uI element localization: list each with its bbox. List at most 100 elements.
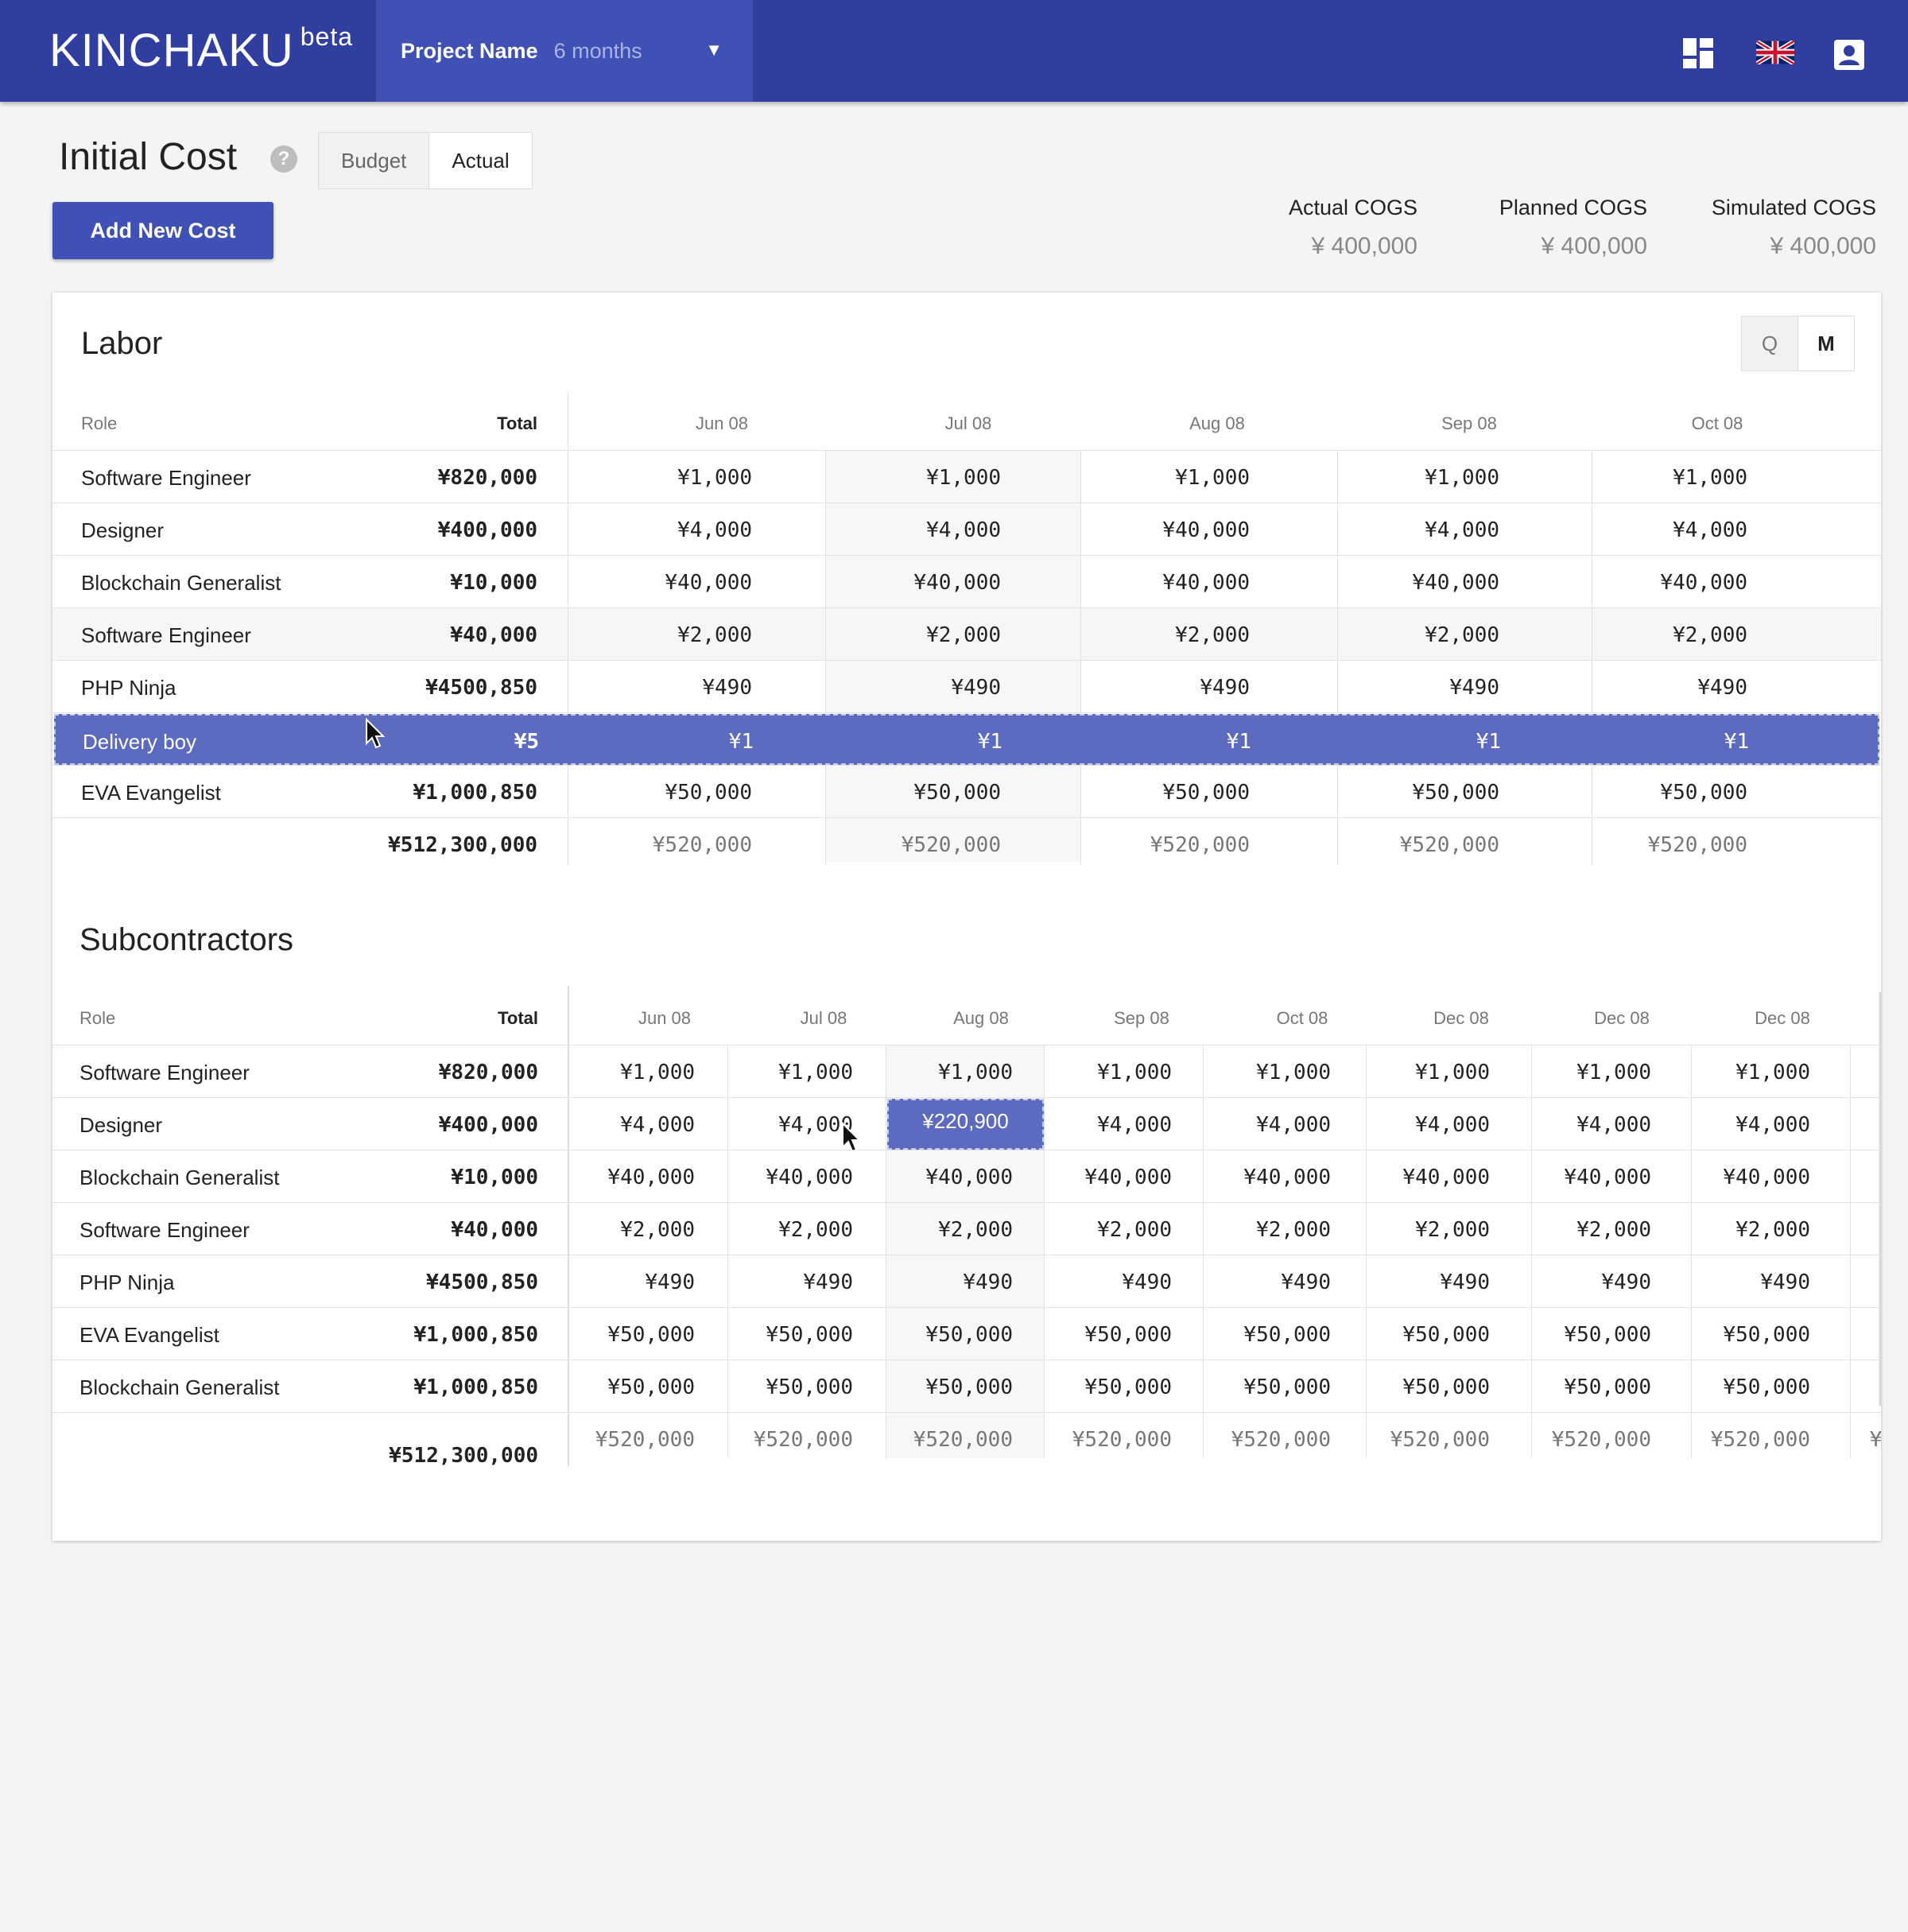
- app-logo[interactable]: KINCHAKU beta: [49, 22, 353, 77]
- value-cell[interactable]: ¥490: [810, 676, 1001, 700]
- value-cell[interactable]: ¥50,000: [561, 781, 752, 805]
- role-cell[interactable]: Designer: [81, 518, 164, 543]
- value-cell[interactable]: ¥4,000: [662, 1113, 853, 1137]
- value-cell[interactable]: ¥1: [563, 730, 754, 754]
- cogs-value: ¥ 400,000: [1541, 233, 1647, 259]
- period-quarter[interactable]: Q: [1742, 316, 1798, 370]
- value-cell[interactable]: ¥40,000: [1778, 1166, 1881, 1189]
- column-header-month: Sep 08: [1114, 1008, 1169, 1028]
- value-cell[interactable]: ¥4,000: [561, 518, 752, 542]
- mouse-pointer-icon: [365, 717, 386, 754]
- account-icon[interactable]: [1834, 40, 1864, 74]
- value-cell[interactable]: ¥4,000: [1557, 518, 1747, 542]
- value-cell[interactable]: ¥1: [1558, 730, 1749, 754]
- value-cell[interactable]: ¥4,000: [1778, 1113, 1881, 1137]
- value-cell[interactable]: ¥50,000: [1309, 781, 1499, 805]
- value-cell[interactable]: ¥1,000: [1059, 466, 1250, 490]
- value-cell[interactable]: ¥490: [1557, 676, 1747, 700]
- value-cell[interactable]: ¥1: [1061, 730, 1251, 754]
- role-cell[interactable]: Software Engineer: [80, 1061, 250, 1085]
- value-cell[interactable]: ¥2,000: [1557, 623, 1747, 647]
- value-cell[interactable]: ¥40,000: [1059, 518, 1250, 542]
- value-cell[interactable]: ¥490: [1059, 676, 1250, 700]
- value-cell[interactable]: ¥50,000: [1778, 1375, 1881, 1399]
- scroll-shadow: [1878, 992, 1881, 1406]
- total-cell: ¥10,000: [451, 1166, 538, 1189]
- value-cell[interactable]: ¥40,000: [1309, 571, 1499, 595]
- value-cell[interactable]: ¥40,000: [1557, 571, 1747, 595]
- value-cell[interactable]: ¥2,000: [1778, 1218, 1881, 1242]
- value-cell[interactable]: ¥490: [561, 676, 752, 700]
- column-header-month: Oct 08: [1691, 413, 1743, 433]
- value-cell[interactable]: ¥2,000: [1309, 623, 1499, 647]
- total-cell: ¥400,000: [438, 1113, 538, 1137]
- role-cell[interactable]: Blockchain Generalist: [80, 1375, 279, 1400]
- column-header-total: Total: [497, 413, 537, 433]
- caret-down-icon: ▼: [705, 40, 723, 60]
- role-cell[interactable]: PHP Ninja: [80, 1271, 174, 1295]
- value-cell[interactable]: ¥50,000: [810, 781, 1001, 805]
- value-cell[interactable]: ¥40,000: [1059, 571, 1250, 595]
- value-cell[interactable]: ¥40,000: [561, 571, 752, 595]
- period-month[interactable]: M: [1798, 316, 1854, 370]
- footer-sum: ¥520,000: [1399, 833, 1499, 857]
- value-cell[interactable]: ¥1,000: [1778, 1061, 1881, 1084]
- value-cell[interactable]: ¥2,000: [1059, 623, 1250, 647]
- role-cell[interactable]: Software Engineer: [80, 1218, 250, 1243]
- value-cell[interactable]: ¥2,000: [810, 623, 1001, 647]
- total-cell: ¥400,000: [437, 518, 537, 542]
- row-divider: [52, 1202, 1881, 1203]
- value-cell[interactable]: ¥1,000: [1557, 466, 1747, 490]
- value-cell[interactable]: ¥4,000: [1309, 518, 1499, 542]
- role-cell[interactable]: Blockchain Generalist: [80, 1166, 279, 1190]
- project-name: Project Name: [401, 38, 538, 63]
- row-divider: [52, 502, 1881, 503]
- role-cell[interactable]: Software Engineer: [81, 466, 251, 491]
- selected-row[interactable]: Delivery boy ¥5 ¥1 ¥1 ¥1 ¥1 ¥1: [54, 714, 1879, 765]
- value-cell[interactable]: ¥4,000: [810, 518, 1001, 542]
- project-selector[interactable]: Project Name 6 months ▼: [376, 0, 753, 102]
- cogs-label: Actual COGS: [1288, 196, 1417, 219]
- role-cell[interactable]: EVA Evangelist: [80, 1323, 219, 1348]
- logo-text: KINCHAKU: [49, 25, 294, 76]
- total-cell: ¥1,000,850: [413, 1375, 538, 1399]
- footer-total: ¥512,300,000: [388, 833, 537, 857]
- value-cell[interactable]: ¥40,000: [810, 571, 1001, 595]
- value-cell[interactable]: ¥490: [1309, 676, 1499, 700]
- add-new-cost-button[interactable]: Add New Cost: [52, 202, 273, 259]
- value-cell[interactable]: ¥2,000: [561, 623, 752, 647]
- role-cell[interactable]: Software Engineer: [81, 623, 251, 648]
- uk-flag-icon[interactable]: [1755, 39, 1796, 68]
- role-cell[interactable]: EVA Evangelist: [81, 781, 221, 805]
- help-icon[interactable]: ?: [270, 145, 297, 173]
- total-cell: ¥820,000: [438, 1061, 538, 1084]
- value-cell[interactable]: ¥50,000: [1059, 781, 1250, 805]
- value-cell[interactable]: ¥1,000: [810, 466, 1001, 490]
- value-cell[interactable]: ¥1,000: [1309, 466, 1499, 490]
- row-divider: [52, 450, 1881, 451]
- dashboard-icon[interactable]: [1683, 38, 1713, 72]
- total-cell: ¥820,000: [437, 466, 537, 490]
- role-cell[interactable]: Blockchain Generalist: [81, 571, 281, 596]
- footer-sum: ¥520,000: [1647, 833, 1747, 857]
- role-cell[interactable]: Designer: [80, 1113, 162, 1138]
- value-cell[interactable]: ¥1: [812, 730, 1002, 754]
- row-divider: [52, 1307, 1881, 1308]
- value-cell[interactable]: ¥50,000: [1557, 781, 1747, 805]
- value-cell[interactable]: ¥1,000: [561, 466, 752, 490]
- footer-sum: ¥520,000: [1150, 833, 1250, 857]
- toggle-actual[interactable]: Actual: [429, 133, 531, 188]
- toggle-budget[interactable]: Budget: [319, 133, 430, 188]
- value-cell[interactable]: ¥1: [1310, 730, 1501, 754]
- role-cell[interactable]: PHP Ninja: [81, 676, 176, 700]
- scroll-region[interactable]: Jun 08 Jul 08 Aug 08 Sep 08 Oct 08 Dec 08 Dec …: [568, 992, 1881, 1466]
- footer-sum: ¥520,000: [1869, 1428, 1881, 1452]
- value-cell[interactable]: ¥490: [1778, 1271, 1881, 1294]
- total-cell: ¥1,000,850: [413, 1323, 538, 1347]
- role-cell[interactable]: Delivery boy: [83, 730, 196, 755]
- actual-cogs: Actual COGS ¥ 400,000: [1289, 196, 1417, 260]
- total-cell: ¥1,000,850: [413, 781, 537, 805]
- simulated-cogs: Simulated COGS ¥ 400,000: [1712, 196, 1876, 260]
- column-header-total: Total: [498, 1008, 538, 1028]
- value-cell[interactable]: ¥50,000: [1778, 1323, 1881, 1347]
